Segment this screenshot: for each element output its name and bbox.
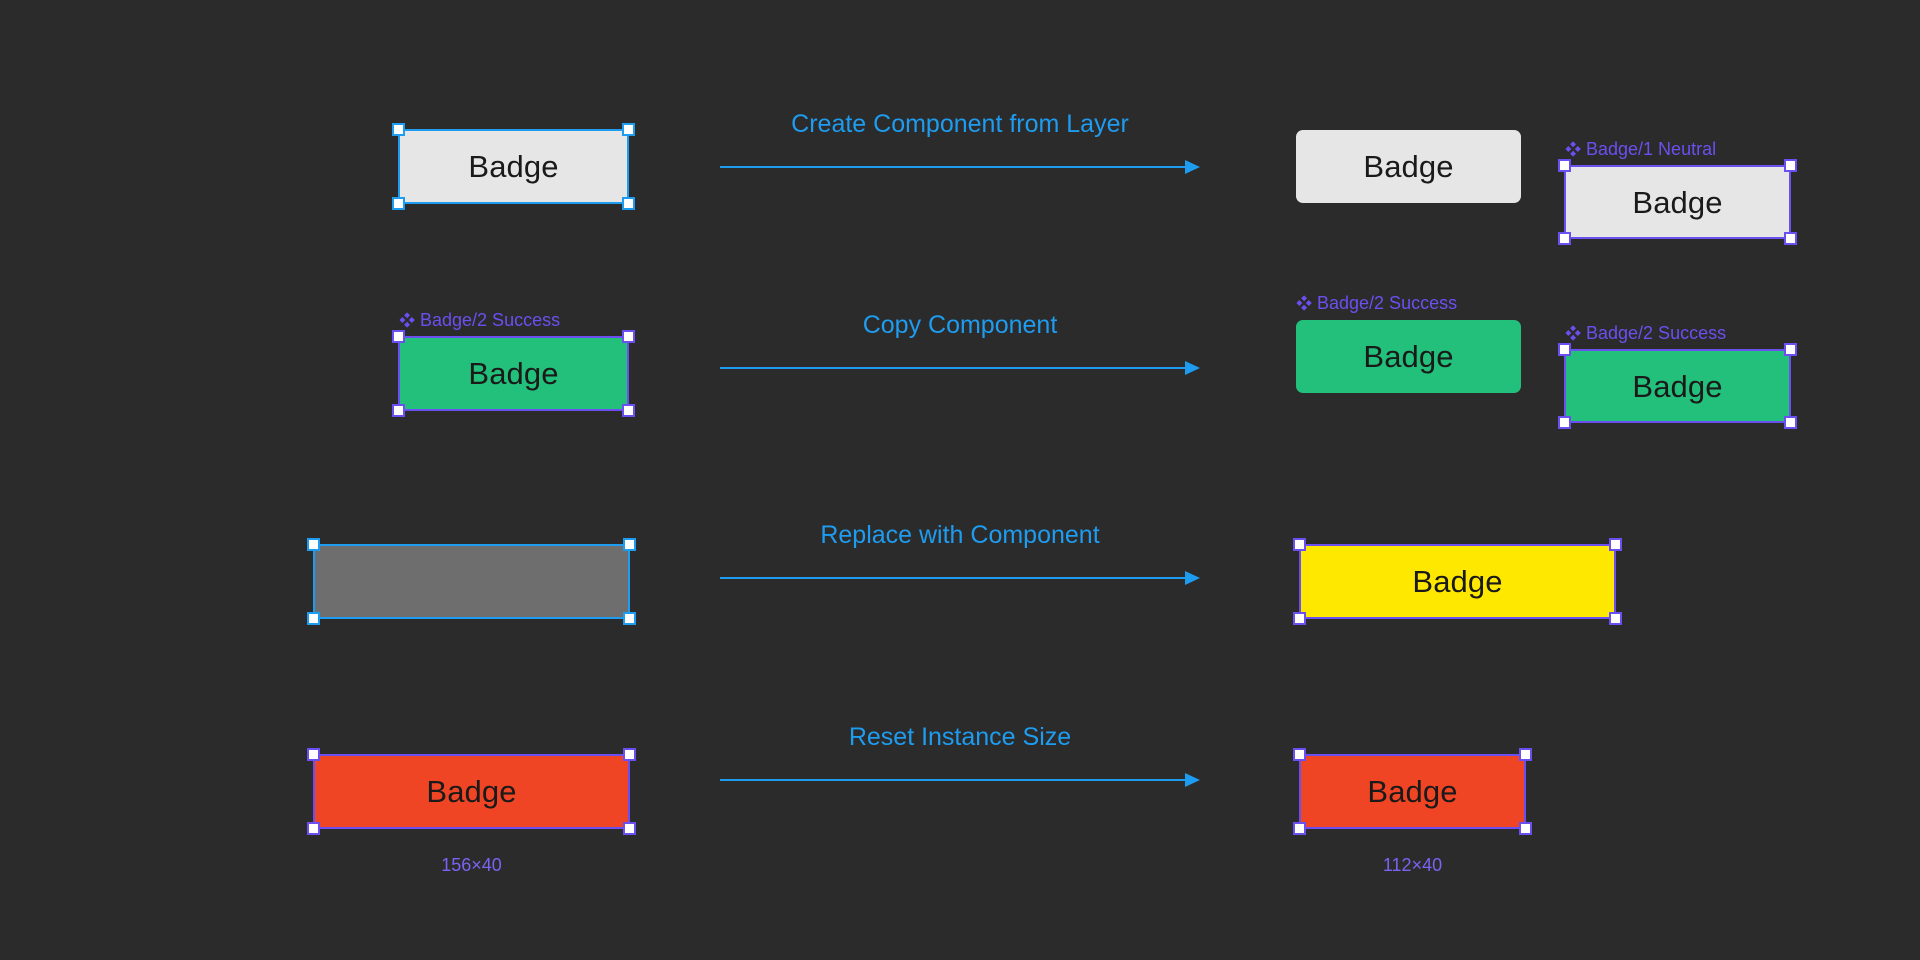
figma-canvas: Create Component from Layer Badge Badge Bad… [0, 0, 1920, 960]
arrow-reset-instance-size: Reset Instance Size [720, 725, 1200, 789]
arrow-copy-component-line [720, 367, 1186, 369]
badge-copy-component-before-component-name: Badge/2 Success [420, 310, 561, 330]
arrow-create-component-from-layer-line [720, 166, 1186, 168]
component-diamond-icon [1565, 325, 1581, 341]
arrow-reset-instance-size-line [720, 779, 1186, 781]
arrow-copy-component-head-icon [1185, 361, 1200, 375]
arrow-create-component-from-layer-head-icon [1185, 160, 1200, 174]
arrow-reset-instance-size-head-icon [1185, 773, 1200, 787]
badge-copy-component-after-component-component-name: Badge/2 Success [1586, 323, 1727, 343]
component-diamond-icon [1296, 295, 1312, 311]
badge-create-component-from-layer-after-plain[interactable]: Badge [1296, 130, 1521, 203]
badge-create-component-from-layer-before[interactable]: Badge [399, 130, 628, 203]
arrow-replace-with-component-caption: Replace with Component [820, 521, 1100, 549]
badge-copy-component-after-component-component-label[interactable]: Badge/2 Success [1565, 324, 1726, 342]
arrow-create-component-from-layer: Create Component from Layer [720, 112, 1200, 176]
badge-reset-instance-size-before-text: Badge [426, 774, 517, 809]
arrow-reset-instance-size-caption: Reset Instance Size [848, 723, 1072, 751]
badge-copy-component-after-plain-text: Badge [1363, 339, 1454, 374]
arrow-replace-with-component-head-icon [1185, 571, 1200, 585]
badge-copy-component-after-plain[interactable]: Badge [1296, 320, 1521, 393]
badge-create-component-from-layer-after-component[interactable]: Badge [1565, 166, 1790, 238]
badge-copy-component-before-component-label[interactable]: Badge/2 Success [399, 311, 560, 329]
badge-create-component-from-layer-after-component-component-label[interactable]: Badge/1 Neutral [1565, 140, 1716, 158]
arrow-replace-with-component-line [720, 577, 1186, 579]
badge-copy-component-after-component-text: Badge [1632, 368, 1723, 404]
badge-reset-instance-size-before[interactable]: Badge [314, 755, 629, 828]
badge-reset-instance-size-after-component-dimension-label: 112×40 [1382, 855, 1443, 875]
badge-copy-component-before[interactable]: Badge [399, 337, 628, 410]
badge-create-component-from-layer-before-text: Badge [468, 149, 559, 184]
badge-copy-component-before-text: Badge [468, 356, 559, 391]
badge-copy-component-after-component[interactable]: Badge [1565, 350, 1790, 422]
arrow-copy-component: Copy Component [720, 313, 1200, 377]
badge-reset-instance-size-before-dimension-label: 156×40 [441, 855, 502, 875]
arrow-copy-component-caption: Copy Component [862, 311, 1058, 339]
badge-create-component-from-layer-after-component-component-name: Badge/1 Neutral [1586, 139, 1717, 159]
component-diamond-icon [399, 312, 415, 328]
component-diamond-icon [1565, 141, 1581, 157]
arrow-create-component-from-layer-caption: Create Component from Layer [791, 110, 1129, 138]
badge-reset-instance-size-after-component[interactable]: Badge [1300, 755, 1525, 828]
badge-create-component-from-layer-after-plain-text: Badge [1363, 149, 1454, 184]
badge-replace-with-component-before[interactable] [314, 545, 629, 618]
arrow-replace-with-component: Replace with Component [720, 523, 1200, 587]
badge-reset-instance-size-after-component-text: Badge [1367, 774, 1458, 809]
badge-replace-with-component-after-component[interactable]: Badge [1300, 545, 1615, 618]
badge-copy-component-after-plain-component-label[interactable]: Badge/2 Success [1296, 294, 1457, 312]
badge-copy-component-after-plain-component-name: Badge/2 Success [1317, 293, 1458, 313]
badge-replace-with-component-after-component-text: Badge [1412, 564, 1503, 599]
badge-create-component-from-layer-after-component-text: Badge [1632, 184, 1723, 220]
